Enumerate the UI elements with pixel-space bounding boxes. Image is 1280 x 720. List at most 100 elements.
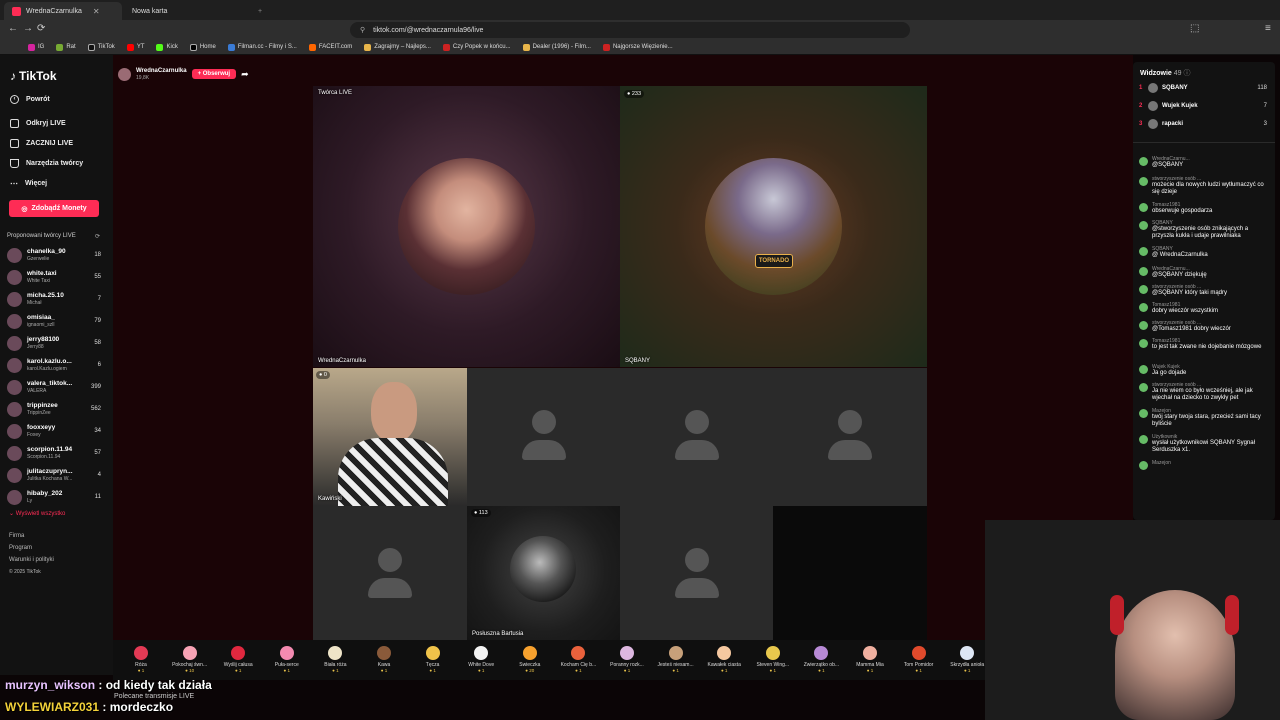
- gift-item[interactable]: Steven Wing... ● 1: [749, 646, 797, 673]
- host-video-tile[interactable]: Twórca LIVE WrednaCzarnulka: [313, 86, 620, 367]
- nav-back[interactable]: ‹ Powrót: [10, 95, 50, 104]
- bookmark[interactable]: YT: [126, 43, 144, 51]
- footer-link[interactable]: Firma: [9, 533, 24, 539]
- bookmark[interactable]: Rat: [56, 43, 76, 51]
- back-icon[interactable]: ←: [8, 23, 18, 34]
- site-info-icon[interactable]: ⚲: [360, 26, 365, 34]
- chat-avatar[interactable]: [1139, 247, 1148, 256]
- guest-video-tile[interactable]: ● 113 Posłuszna Bartusia: [467, 506, 620, 640]
- gift-item[interactable]: Zwierzątko ob... ● 1: [797, 646, 845, 673]
- gift-item[interactable]: Poranny rozk... ● 1: [603, 646, 651, 673]
- suggested-creator[interactable]: white.taxi White Taxi 55: [7, 267, 103, 287]
- suggested-creator[interactable]: hibaby_202 Ly 11: [7, 487, 103, 507]
- chat-message: stworzyszenie osób ... @Tomasz1981 dobry …: [1139, 320, 1269, 333]
- nav-start-live[interactable]: ZACZNIJ LIVE: [10, 139, 73, 148]
- bookmark[interactable]: Najgorsze Więzienie...: [602, 43, 673, 51]
- chat-avatar[interactable]: [1139, 461, 1148, 470]
- get-coins-button[interactable]: ◎ Zdobądź Monety: [9, 200, 99, 217]
- suggested-creator[interactable]: fooxxeyy Foxey 34: [7, 421, 103, 441]
- gift-item[interactable]: Kocham Cię b... ● 1: [554, 646, 602, 673]
- empty-slot-tile[interactable]: [467, 368, 620, 506]
- gift-item[interactable]: Puła-serce ● 1: [263, 646, 311, 673]
- nav-discover-live[interactable]: Odkryj LIVE: [10, 119, 66, 128]
- chat-avatar[interactable]: [1139, 339, 1148, 348]
- browser-tab-active[interactable]: WrednaCzarnulka ✕: [4, 2, 122, 20]
- top-viewer-row[interactable]: 1 SQBANY 118: [1139, 80, 1267, 96]
- address-bar[interactable]: ⚲ tiktok.com/@wrednaczarnula96/live: [350, 22, 910, 38]
- forward-icon[interactable]: →: [23, 23, 33, 34]
- chat-avatar[interactable]: [1139, 383, 1148, 392]
- chat-avatar[interactable]: [1139, 409, 1148, 418]
- guest-video-tile[interactable]: ● 233 TORNADO SQBANY: [620, 86, 927, 367]
- top-viewer-row[interactable]: 3 rapacki 3: [1139, 116, 1267, 132]
- bookmark[interactable]: Czy Popek w końcu...: [442, 43, 511, 51]
- bookmark[interactable]: TikTok: [87, 43, 115, 51]
- chat-avatar[interactable]: [1139, 221, 1148, 230]
- chat-avatar[interactable]: [1139, 365, 1148, 374]
- gift-item[interactable]: White Dove ● 1: [457, 646, 505, 673]
- gift-item[interactable]: Jesteś niesam... ● 1: [652, 646, 700, 673]
- chat-avatar[interactable]: [1139, 267, 1148, 276]
- host-avatar[interactable]: [118, 67, 131, 81]
- bookmark[interactable]: Home: [189, 43, 216, 51]
- chat-avatar[interactable]: [1139, 303, 1148, 312]
- suggested-creator[interactable]: jerry88100 Jerry88 58: [7, 333, 103, 353]
- browser-tab[interactable]: Nowa karta: [124, 2, 244, 20]
- tiktok-logo[interactable]: ♪ TikTok: [10, 69, 57, 83]
- bookmark[interactable]: Dealer (1996) - Film...: [522, 43, 591, 51]
- follow-button[interactable]: + Obserwuj: [191, 69, 237, 79]
- gift-item[interactable]: Kawa ● 1: [360, 646, 408, 673]
- guest-video-tile[interactable]: ● 0 Kawiński: [313, 368, 467, 506]
- bookmark[interactable]: Zagrajmy – Najleps...: [364, 43, 431, 51]
- suggested-creator[interactable]: scorpion.11.94 Scorpion.11.94 57: [7, 443, 103, 463]
- refresh-icon[interactable]: ⟳: [95, 233, 100, 240]
- gift-item[interactable]: Tęcza ● 1: [409, 646, 457, 673]
- chat-avatar[interactable]: [1139, 285, 1148, 294]
- suggested-creator[interactable]: omisiaa_ ignaomi_szll 79: [7, 311, 103, 331]
- gift-item[interactable]: Skrzydła anioła ● 1: [943, 646, 991, 673]
- extensions-icon[interactable]: ⬚: [1190, 23, 1199, 34]
- new-tab-icon[interactable]: +: [250, 2, 270, 20]
- info-icon[interactable]: ⓘ: [1184, 70, 1191, 77]
- chat-avatar[interactable]: [1139, 321, 1148, 330]
- suggested-creator[interactable]: karol.kazlu.o... karol.Kazlu.ogiem 6: [7, 355, 103, 375]
- suggested-creator[interactable]: micha.25.10 Michał 7: [7, 289, 103, 309]
- bookmark[interactable]: Filman.cc - Filmy i S...: [227, 43, 297, 51]
- chat-username[interactable]: Mazejon: [1152, 460, 1171, 466]
- top-viewer-row[interactable]: 2 Wujek Kujek 7: [1139, 98, 1267, 114]
- gift-item[interactable]: Wyślij całusa ● 1: [214, 646, 262, 673]
- bookmark[interactable]: IG: [28, 43, 44, 51]
- suggested-creator[interactable]: chanelka_90 Gzerwelie 18: [7, 245, 103, 265]
- gift-item[interactable]: Róża ● 1: [117, 646, 165, 673]
- suggested-creator[interactable]: valera_tiktok... VALERA 399: [7, 377, 103, 397]
- host-name[interactable]: WrednaCzarnulka: [136, 68, 187, 75]
- footer-link[interactable]: Program: [9, 545, 32, 551]
- gift-item[interactable]: Świeczka ● 20: [506, 646, 554, 673]
- footer-link[interactable]: Warunki i polityki: [9, 557, 54, 563]
- show-all-link[interactable]: ⌄ Wyświetl wszystko: [9, 510, 65, 517]
- empty-slot-tile[interactable]: [313, 506, 467, 640]
- chat-avatar[interactable]: [1139, 157, 1148, 166]
- bookmark[interactable]: Kick: [156, 43, 178, 51]
- gift-item[interactable]: Biała róża ● 1: [311, 646, 359, 673]
- chat-avatar[interactable]: [1139, 177, 1148, 186]
- close-tab-icon[interactable]: ✕: [93, 7, 100, 16]
- empty-slot-tile[interactable]: [773, 368, 927, 506]
- chat-avatar[interactable]: [1139, 435, 1148, 444]
- reload-icon[interactable]: ⟳: [37, 23, 45, 34]
- gift-item[interactable]: Mamma Mia ● 1: [846, 646, 894, 673]
- share-icon[interactable]: ➦: [241, 69, 249, 80]
- chat-avatar[interactable]: [1139, 203, 1148, 212]
- nav-creator-tools[interactable]: Narzędzia twórcy: [10, 159, 83, 168]
- bookmark[interactable]: FACEIT.com: [308, 43, 352, 51]
- suggested-creator[interactable]: julitaczupryn... Julitka Kochana W... 4: [7, 465, 103, 485]
- nav-more[interactable]: ⋯ Więcej: [10, 179, 47, 188]
- empty-slot-tile[interactable]: [620, 506, 773, 640]
- menu-icon[interactable]: ≡: [1265, 23, 1271, 34]
- gift-item[interactable]: Tom Pomidor ● 1: [895, 646, 943, 673]
- suggested-creator[interactable]: trippinzee TrippinZee 562: [7, 399, 103, 419]
- gift-item[interactable]: Pokochaj śwn... ● 10: [166, 646, 214, 673]
- empty-slot-tile[interactable]: [620, 368, 773, 506]
- creator-name: hibaby_202: [27, 490, 63, 497]
- gift-item[interactable]: Kawałek ciasta ● 1: [700, 646, 748, 673]
